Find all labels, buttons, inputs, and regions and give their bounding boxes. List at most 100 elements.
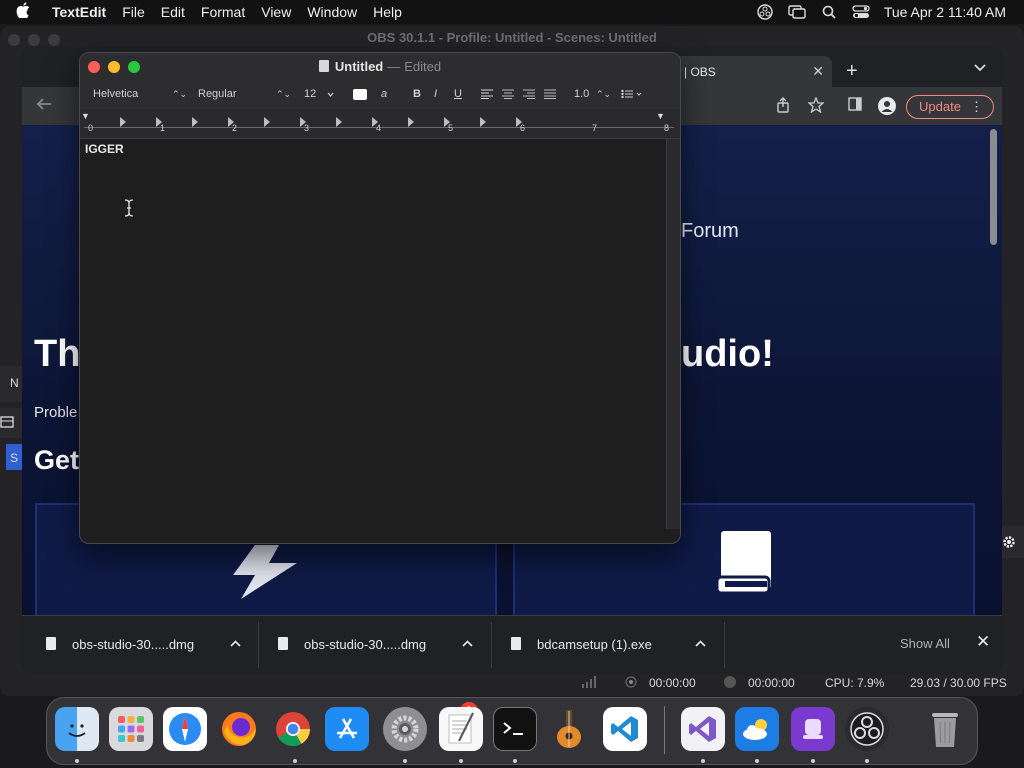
finder-icon[interactable] [55,707,99,751]
lightning-bolt-icon [233,545,297,604]
font-family-stepper-icon[interactable]: ⌃⌄ [172,89,187,100]
align-left-icon[interactable] [481,89,493,102]
share-icon[interactable] [776,97,790,118]
apple-menu-icon[interactable] [16,1,38,23]
tab-stop-marker[interactable] [408,117,414,127]
textedit-icon[interactable] [439,707,483,751]
align-right-icon[interactable] [523,89,535,102]
menu-window[interactable]: Window [307,4,357,20]
download-item-3[interactable]: bdcamsetup (1).exe [511,616,731,673]
tab-search-chevron-icon[interactable] [974,61,986,75]
page-scrollbar[interactable] [988,127,998,617]
font-style-select[interactable]: Regular [198,88,237,100]
garageband-guitar-icon[interactable] [547,707,591,751]
new-tab-plus-icon[interactable]: + [846,60,858,83]
obs-side-label-s[interactable]: S [6,444,22,470]
text-ruler[interactable]: ▼ ▼ 0 1 2 3 4 5 6 7 8 [80,109,680,139]
menu-format[interactable]: Format [201,4,245,20]
left-margin-marker-icon[interactable]: ▼ [81,111,90,121]
chrome-icon[interactable] [271,707,315,751]
launchpad-icon[interactable] [109,707,153,751]
download-item-1[interactable]: obs-studio-30.....dmg [46,616,266,673]
text-editor-area[interactable]: IGGER [80,139,666,529]
downloads-shelf: obs-studio-30.....dmg obs-studio-30.....… [22,615,1002,673]
side-panel-icon[interactable] [848,97,862,116]
font-size-select[interactable]: 12 [304,88,316,100]
font-family-select[interactable]: Helvetica [93,88,138,100]
bold-button[interactable]: B [413,88,421,100]
spotlight-search-icon[interactable] [820,4,838,20]
align-center-icon[interactable] [502,89,514,102]
running-indicator [459,759,463,763]
file-icon [278,637,288,650]
running-indicator [293,759,297,763]
terminal-icon[interactable] [493,707,537,751]
close-downloads-icon[interactable]: ✕ [976,632,990,652]
podcast-app-icon[interactable] [791,707,835,751]
obs-status-bar: 00:00:00 00:00:00 CPU: 7.9% 29.03 / 30.0… [0,672,1024,696]
textedit-scrollbar[interactable] [666,139,680,529]
network-signal-icon [581,676,597,691]
line-spacing-select[interactable]: 1.0 [574,88,589,100]
tab-stop-marker[interactable] [336,117,342,127]
obs-side-panel-icon[interactable] [0,408,22,438]
document-icon [318,60,329,72]
menu-help[interactable]: Help [373,4,402,20]
tab-stop-marker[interactable] [480,117,486,127]
highlight-color-icon[interactable]: a [381,88,387,100]
show-all-downloads-button[interactable]: Show All [900,636,950,651]
scrollbar-thumb[interactable] [990,129,997,245]
safari-icon[interactable] [163,707,207,751]
app-store-icon[interactable] [325,707,369,751]
textedit-titlebar: Untitled — Edited [80,53,680,81]
weather-cloud-icon[interactable] [735,707,779,751]
running-indicator [701,759,705,763]
download-options-chevron-icon[interactable] [230,635,241,650]
line-spacing-stepper-icon[interactable]: ⌃⌄ [596,89,611,100]
system-settings-gear-icon[interactable] [383,707,427,751]
menu-file[interactable]: File [122,4,145,20]
profile-avatar-icon[interactable] [878,97,896,120]
chrome-update-button[interactable]: Update ⋮ [906,95,994,119]
list-bullets-icon[interactable] [621,89,643,102]
download-divider [258,622,259,668]
font-size-chevron-icon[interactable] [327,88,334,100]
back-arrow-icon[interactable] [36,97,52,116]
firefox-icon[interactable] [217,707,261,751]
running-indicator [513,759,517,763]
tab-stop-marker[interactable] [120,117,126,127]
menu-view[interactable]: View [261,4,291,20]
bookmark-star-icon[interactable] [807,96,825,118]
record-icon [723,675,737,692]
download-item-2[interactable]: obs-studio-30.....dmg [278,616,498,673]
download-options-chevron-icon[interactable] [462,635,473,650]
nav-link-forum[interactable]: Forum [681,220,739,243]
menu-edit[interactable]: Edit [161,4,185,20]
underline-button[interactable]: U [454,88,462,100]
obs-status-icon[interactable] [756,4,774,20]
document-text[interactable]: IGGER [85,142,124,156]
ruler-number: 5 [448,123,454,133]
obs-studio-icon[interactable] [845,707,889,751]
tab-stop-marker[interactable] [264,117,270,127]
menubar-clock[interactable]: Tue Apr 2 11:40 AM [884,4,1006,20]
obs-settings-gear-icon[interactable] [1002,526,1024,558]
vscode-icon[interactable] [603,707,647,751]
align-justify-icon[interactable] [544,89,556,102]
ruler-number: 3 [304,123,310,133]
menu-app-name[interactable]: TextEdit [52,4,106,20]
tab-close-icon[interactable]: ✕ [812,63,824,80]
control-center-icon[interactable] [852,4,870,20]
trash-icon[interactable] [923,707,967,751]
tab-stop-marker[interactable] [192,117,198,127]
screen-mirroring-icon[interactable] [788,4,806,20]
font-style-stepper-icon[interactable]: ⌃⌄ [276,89,291,100]
running-indicator [755,759,759,763]
chrome-active-tab[interactable]: | OBS ✕ [662,56,832,87]
visual-studio-icon[interactable] [681,707,725,751]
download-options-chevron-icon[interactable] [695,635,706,650]
right-margin-marker-icon[interactable]: ▼ [656,111,665,121]
italic-button[interactable]: I [434,88,437,100]
chrome-menu-kebab-icon[interactable]: ⋮ [970,96,983,118]
text-color-swatch[interactable] [353,89,367,100]
